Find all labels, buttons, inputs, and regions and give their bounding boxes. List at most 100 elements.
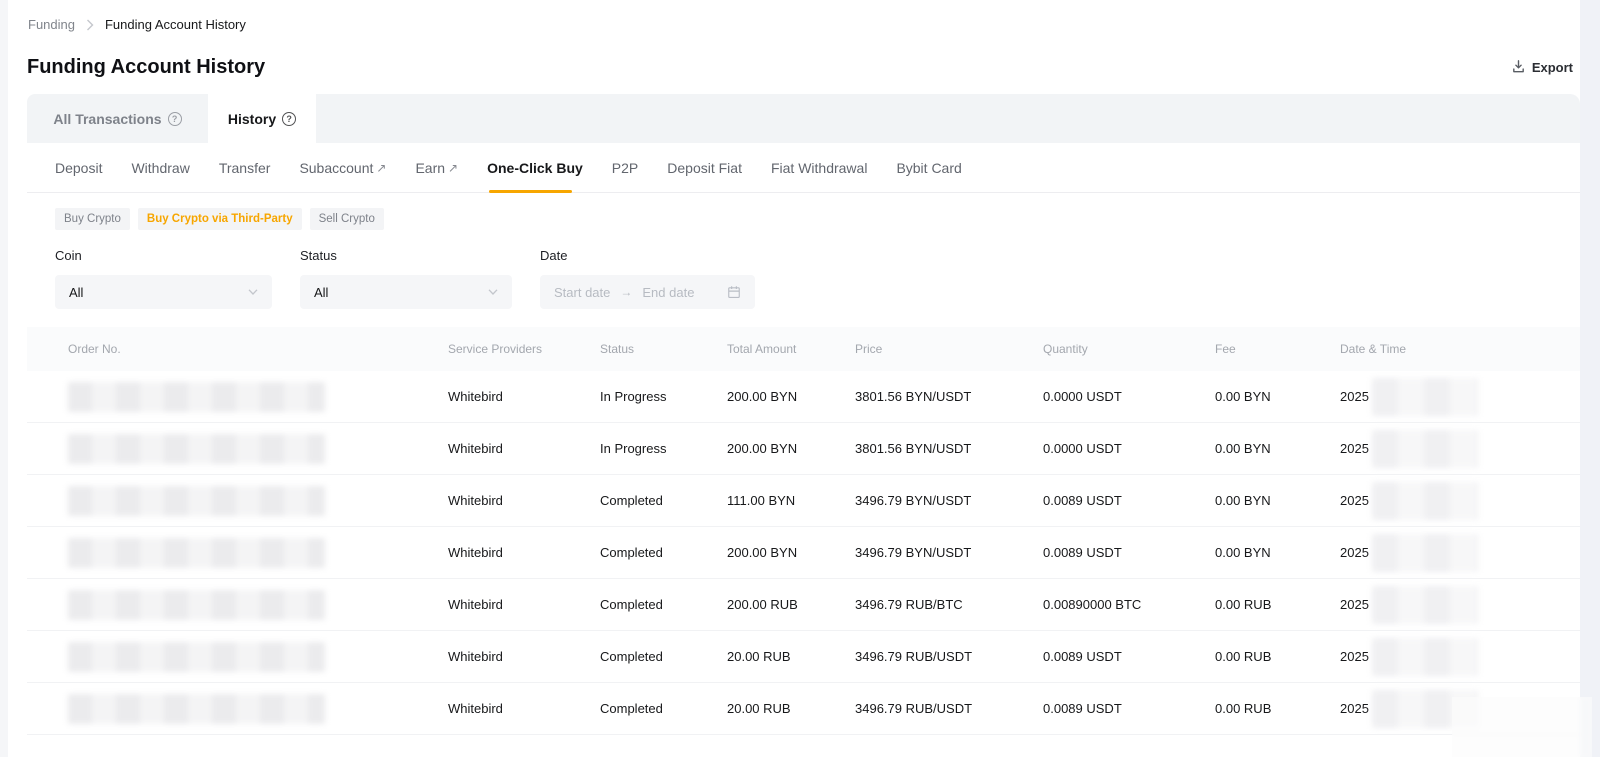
external-link-icon: ↗: [448, 162, 458, 174]
cell-provider: Whitebird: [448, 597, 600, 612]
cell-order-no: [68, 382, 448, 412]
redacted-date: [1372, 430, 1478, 468]
subtab-label: Bybit Card: [896, 160, 961, 176]
cell-status: Completed: [600, 701, 727, 716]
cell-status: Completed: [600, 545, 727, 560]
cell-provider: Whitebird: [448, 389, 600, 404]
status-filter: Status All: [300, 248, 512, 309]
chevron-down-icon: [248, 289, 258, 295]
subtab-earn[interactable]: Earn↗: [415, 143, 458, 192]
redacted-date: [1372, 586, 1478, 624]
export-label: Export: [1532, 60, 1573, 75]
table-row: Whitebird Completed 20.00 RUB 3496.79 RU…: [27, 631, 1580, 683]
external-link-icon: ↗: [376, 162, 386, 174]
cell-order-no: [68, 642, 448, 672]
status-select[interactable]: All: [300, 275, 512, 309]
subtab-fiat-withdrawal[interactable]: Fiat Withdrawal: [771, 143, 867, 192]
filter-bar: Coin All Status All Date Start date → E: [27, 248, 1580, 309]
cell-status: Completed: [600, 649, 727, 664]
cell-fee: 0.00 RUB: [1215, 701, 1340, 716]
table-header: Order No. Service Providers Status Total…: [27, 327, 1580, 371]
cell-order-no: [68, 538, 448, 568]
cell-quantity: 0.0089 USDT: [1043, 701, 1215, 716]
cell-price: 3496.79 BYN/USDT: [855, 545, 1043, 560]
col-total-amount: Total Amount: [727, 342, 855, 356]
tab-history[interactable]: History ?: [208, 94, 316, 143]
redacted-date: [1372, 378, 1478, 416]
chevron-down-icon: [488, 289, 498, 295]
cell-provider: Whitebird: [448, 545, 600, 560]
date-filter-label: Date: [540, 248, 755, 263]
col-status: Status: [600, 342, 727, 356]
cell-fee: 0.00 BYN: [1215, 493, 1340, 508]
left-edge-strip: [0, 0, 8, 757]
export-button[interactable]: Export: [1511, 59, 1573, 77]
cell-fee: 0.00 BYN: [1215, 389, 1340, 404]
cell-total: 200.00 BYN: [727, 389, 855, 404]
subtab-deposit[interactable]: Deposit: [55, 143, 102, 192]
redacted-order-number: [68, 538, 325, 568]
cell-status: Completed: [600, 493, 727, 508]
start-date-placeholder[interactable]: Start date: [554, 285, 610, 300]
col-service-providers: Service Providers: [448, 342, 600, 356]
date-filter: Date Start date → End date: [540, 248, 755, 309]
end-date-placeholder[interactable]: End date: [642, 285, 694, 300]
date-year: 2025: [1340, 597, 1369, 612]
coin-select-value: All: [69, 285, 248, 300]
tab-all-transactions[interactable]: All Transactions ?: [27, 94, 208, 143]
coin-select[interactable]: All: [55, 275, 272, 309]
arrow-right-icon: →: [620, 285, 632, 299]
subtab-one-click-buy[interactable]: One-Click Buy: [487, 143, 583, 192]
help-icon[interactable]: ?: [282, 112, 296, 126]
cell-status: In Progress: [600, 441, 727, 456]
cell-fee: 0.00 BYN: [1215, 545, 1340, 560]
cell-total: 20.00 RUB: [727, 701, 855, 716]
cell-quantity: 0.00890000 BTC: [1043, 597, 1215, 612]
redacted-order-number: [68, 382, 325, 412]
cell-date-time: 2025: [1340, 586, 1580, 624]
subtab-transfer[interactable]: Transfer: [219, 143, 271, 192]
subtab-label: Fiat Withdrawal: [771, 160, 867, 176]
cell-total: 200.00 BYN: [727, 545, 855, 560]
cell-price: 3496.79 RUB/USDT: [855, 701, 1043, 716]
buy-type-chips: Buy Crypto Buy Crypto via Third-Party Se…: [27, 208, 1580, 230]
chevron-right-icon: [86, 19, 94, 31]
subtab-label: P2P: [612, 160, 638, 176]
chip-sell-crypto[interactable]: Sell Crypto: [310, 208, 384, 230]
table-row: Whitebird Completed 20.00 RUB 3496.79 RU…: [27, 683, 1580, 735]
table-body: Whitebird In Progress 200.00 BYN 3801.56…: [27, 371, 1580, 735]
cell-provider: Whitebird: [448, 493, 600, 508]
cell-price: 3496.79 RUB/USDT: [855, 649, 1043, 664]
title-row: Funding Account History Export: [27, 56, 1580, 79]
table-row: Whitebird Completed 200.00 BYN 3496.79 B…: [27, 527, 1580, 579]
table-row: Whitebird Completed 111.00 BYN 3496.79 B…: [27, 475, 1580, 527]
chip-buy-crypto-third-party[interactable]: Buy Crypto via Third-Party: [138, 208, 302, 230]
funding-history-page: Funding Funding Account History Funding …: [0, 0, 1600, 757]
col-order-no: Order No.: [68, 342, 448, 356]
cell-price: 3801.56 BYN/USDT: [855, 441, 1043, 456]
table-row: Whitebird In Progress 200.00 BYN 3801.56…: [27, 371, 1580, 423]
subtab-label: Subaccount: [299, 160, 373, 176]
cell-date-time: 2025: [1340, 534, 1580, 572]
help-icon[interactable]: ?: [168, 112, 182, 126]
subtab-withdraw[interactable]: Withdraw: [131, 143, 189, 192]
redacted-order-number: [68, 642, 325, 672]
subtab-subaccount[interactable]: Subaccount↗: [299, 143, 386, 192]
redacted-order-number: [68, 694, 325, 724]
cell-total: 200.00 BYN: [727, 441, 855, 456]
redacted-date: [1372, 690, 1478, 728]
breadcrumb-funding-link[interactable]: Funding: [28, 17, 75, 32]
subtab-label: Deposit: [55, 160, 102, 176]
breadcrumb-current: Funding Account History: [105, 17, 246, 32]
chip-buy-crypto[interactable]: Buy Crypto: [55, 208, 130, 230]
cell-provider: Whitebird: [448, 649, 600, 664]
right-edge-strip: [1580, 0, 1600, 757]
status-filter-label: Status: [300, 248, 512, 263]
subtab-bybit-card[interactable]: Bybit Card: [896, 143, 961, 192]
date-range-input[interactable]: Start date → End date: [540, 275, 755, 309]
calendar-icon[interactable]: [727, 285, 741, 299]
subtab-deposit-fiat[interactable]: Deposit Fiat: [667, 143, 742, 192]
subtab-p2p[interactable]: P2P: [612, 143, 638, 192]
date-year: 2025: [1340, 493, 1369, 508]
table-row: Whitebird In Progress 200.00 BYN 3801.56…: [27, 423, 1580, 475]
